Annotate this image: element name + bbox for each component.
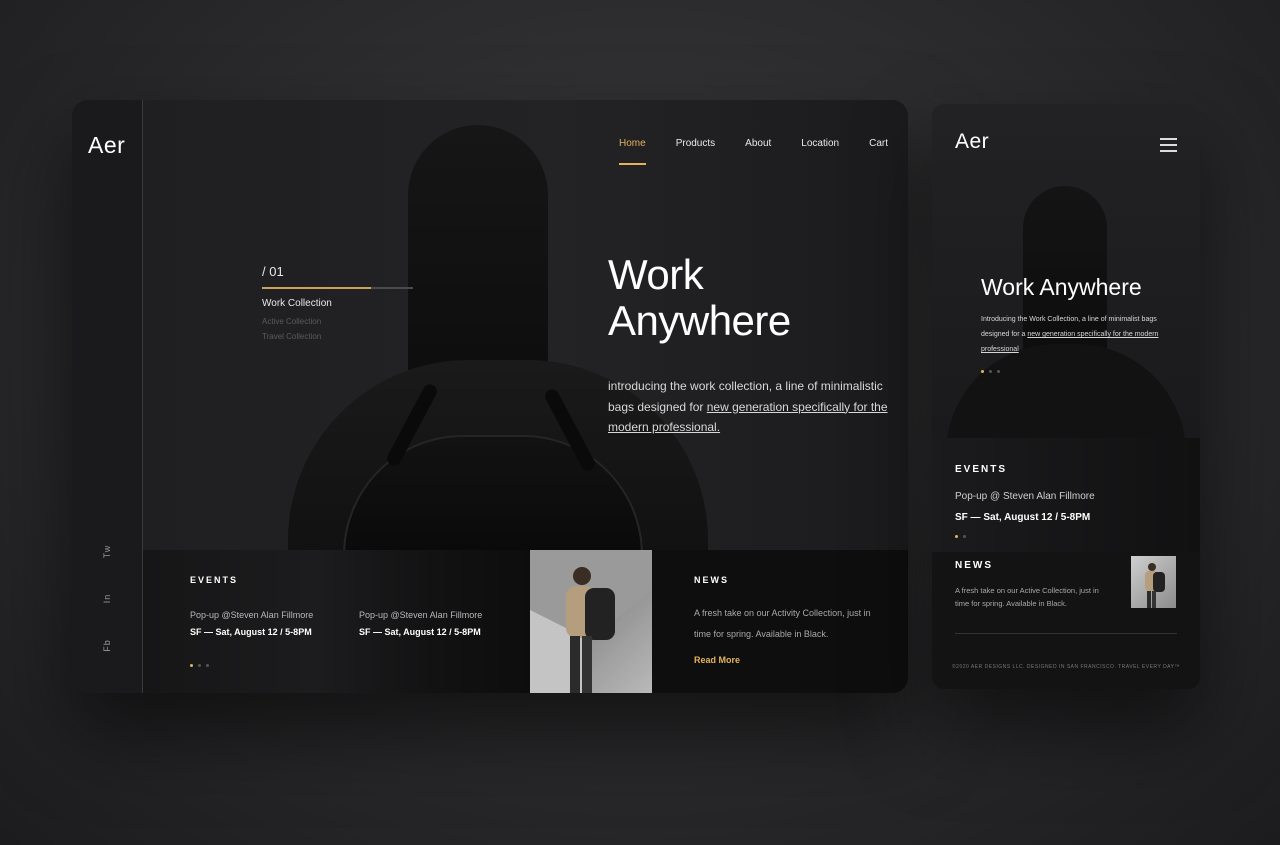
left-rail: Aer Tw In Fb: [72, 100, 143, 693]
mobile-mockup: Aer Work Anywhere Introducing the Work C…: [932, 104, 1200, 689]
pagination-dot[interactable]: [955, 535, 958, 538]
collection-slider: / 01 Work Collection Active Collection T…: [262, 264, 413, 341]
pagination-dot[interactable]: [190, 664, 193, 667]
hero-section: Home Products About Location Cart / 01 W…: [143, 100, 908, 550]
mobile-news-text: A fresh take on our Active Collection, j…: [955, 586, 1099, 608]
main-nav: Home Products About Location Cart: [619, 138, 888, 165]
pagination-dot[interactable]: [206, 664, 209, 667]
social-links: Tw In Fb: [72, 528, 143, 669]
mobile-event-title[interactable]: Pop-up @ Steven Alan Fillmore: [955, 491, 1095, 502]
event-date: SF — Sat, August 12 / 5-8PM: [359, 627, 481, 637]
nav-home[interactable]: Home: [619, 138, 646, 165]
mobile-hero-pagination: [981, 370, 1000, 373]
events-pagination: [190, 664, 209, 667]
pagination-dot[interactable]: [997, 370, 1000, 373]
nav-about[interactable]: About: [745, 138, 771, 165]
pagination-dot[interactable]: [198, 664, 201, 667]
footer-divider: [955, 633, 1177, 634]
event-item[interactable]: Pop-up @Steven Alan Fillmore SF — Sat, A…: [359, 607, 482, 641]
events-label: EVENTS: [190, 575, 239, 585]
slide-progress-fill: [262, 287, 371, 289]
news-panel: NEWS A fresh take on our Activity Collec…: [652, 550, 908, 693]
mobile-news-panel: NEWS A fresh take on our Active Collecti…: [932, 552, 1200, 689]
read-more-link[interactable]: Read More: [694, 655, 740, 665]
hero-intro: introducing the work collection, a line …: [608, 376, 908, 438]
pagination-dot[interactable]: [989, 370, 992, 373]
mobile-hero-title: Work Anywhere: [981, 274, 1142, 300]
brand-logo[interactable]: Aer: [88, 132, 125, 159]
nav-location[interactable]: Location: [801, 138, 839, 165]
mobile-hero-intro: Introducing the Work Collection, a line …: [981, 312, 1161, 357]
slide-current[interactable]: Work Collection: [262, 298, 413, 309]
event-title: Pop-up @Steven Alan Fillmore: [190, 610, 314, 620]
menu-icon[interactable]: [1160, 138, 1177, 152]
bottom-band: EVENTS Pop-up @Steven Alan Fillmore SF —…: [143, 550, 908, 693]
mobile-news-thumbnail[interactable]: [1131, 556, 1176, 608]
mobile-hero: [932, 104, 1200, 484]
man-with-backpack-image: [530, 550, 652, 693]
desktop-mockup: Aer Tw In Fb Home Products About Locatio…: [72, 100, 908, 693]
copyright-text: ©2020 AER DESIGNS LLC. DESIGNED IN SAN F…: [952, 664, 1180, 670]
slide-item-travel[interactable]: Travel Collection: [262, 332, 413, 341]
mobile-events-pagination: [955, 535, 966, 538]
slide-index: / 01: [262, 264, 284, 279]
slide-item-active[interactable]: Active Collection: [262, 317, 413, 326]
nav-cart[interactable]: Cart: [869, 138, 888, 165]
news-label: NEWS: [694, 575, 729, 585]
mobile-news-label: NEWS: [955, 560, 993, 571]
event-item[interactable]: Pop-up @Steven Alan Fillmore SF — Sat, A…: [190, 607, 313, 641]
mobile-events-label: EVENTS: [955, 464, 1008, 475]
mobile-brand-logo[interactable]: Aer: [955, 130, 989, 154]
pagination-dot[interactable]: [963, 535, 966, 538]
slide-progress: [262, 287, 413, 289]
nav-products[interactable]: Products: [676, 138, 715, 165]
hero-title: Work Anywhere: [608, 252, 848, 344]
pagination-dot[interactable]: [981, 370, 984, 373]
hero-title-line1: Work: [608, 251, 704, 298]
event-title: Pop-up @Steven Alan Fillmore: [359, 610, 483, 620]
events-panel: EVENTS Pop-up @Steven Alan Fillmore SF —…: [143, 550, 530, 693]
event-date: SF — Sat, August 12 / 5-8PM: [190, 627, 312, 637]
social-facebook[interactable]: Fb: [84, 610, 131, 681]
news-text: A fresh take on our Activity Collection,…: [694, 608, 871, 639]
mobile-event-date: SF — Sat, August 12 / 5-8PM: [955, 512, 1091, 523]
man-with-backpack-image: [1145, 563, 1165, 608]
news-photo: [530, 550, 652, 693]
hero-title-line2: Anywhere: [608, 297, 791, 344]
